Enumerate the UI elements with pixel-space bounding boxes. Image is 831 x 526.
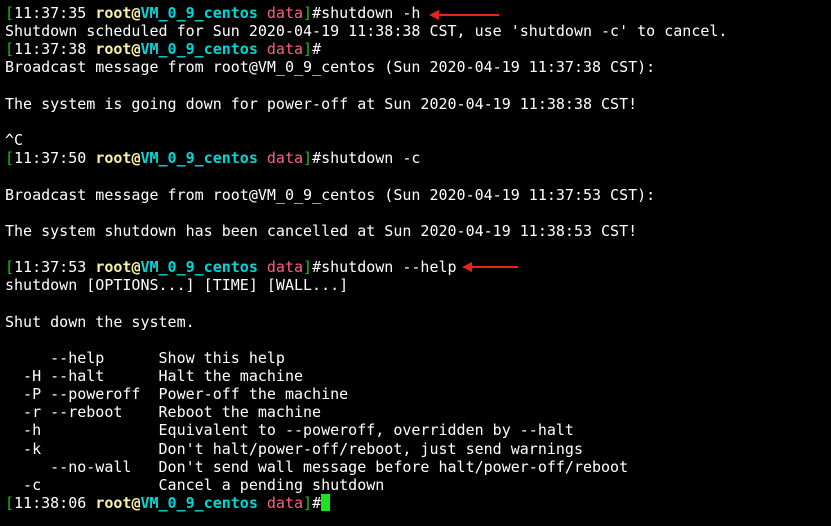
terminal-cursor[interactable]: [321, 494, 331, 512]
prompt-open-bracket: [: [5, 149, 15, 168]
prompt-close-bracket: ]: [303, 4, 313, 22]
prompt-dir: data: [266, 149, 304, 168]
output-line: shutdown [OPTIONS...] [TIME] [WALL...]: [5, 276, 348, 294]
prompt-host: VM_0_9_centos: [140, 258, 258, 277]
output-text: ^C: [5, 131, 24, 150]
output-line: -r --reboot Reboot the machine: [5, 403, 321, 421]
prompt-open-bracket: [: [5, 258, 15, 277]
output-text: Broadcast message from root@VM_0_9_cento…: [5, 58, 656, 77]
prompt-line: [11:37:38 root@VM_0_9_centos data]#: [5, 40, 321, 58]
output-line: -k Don't halt/power-off/reboot, just sen…: [5, 440, 583, 458]
output-text: -P --poweroff Power-off the machine: [5, 385, 349, 404]
output-text: Broadcast message from root@VM_0_9_cento…: [5, 185, 656, 204]
prompt-host: VM_0_9_centos: [140, 40, 258, 59]
prompt-time: 11:37:53: [14, 258, 87, 277]
prompt-time: 11:38:06: [14, 494, 87, 513]
prompt-host: VM_0_9_centos: [140, 4, 258, 22]
prompt-line: [11:37:35 root@VM_0_9_centos data]#shutd…: [5, 4, 420, 22]
prompt-open-bracket: [: [5, 40, 15, 59]
annotation-arrow-shutdown-h: [429, 10, 499, 20]
output-text: shutdown [OPTIONS...] [TIME] [WALL...]: [5, 276, 349, 295]
output-line: ^C: [5, 131, 23, 149]
prompt-dir: data: [266, 494, 304, 513]
output-line: -h Equivalent to --poweroff, overridden …: [5, 421, 574, 439]
output-line: --no-wall Don't send wall message before…: [5, 458, 628, 476]
prompt-dir: data: [266, 4, 304, 22]
prompt-user: root: [95, 494, 132, 513]
prompt-time: 11:37:38: [14, 40, 87, 59]
prompt-user: root: [95, 258, 132, 277]
terminal-window[interactable]: [11:37:35 root@VM_0_9_centos data]#shutd…: [0, 0, 831, 526]
prompt-close-bracket: ]: [303, 494, 313, 513]
output-text: -k Don't halt/power-off/reboot, just sen…: [5, 439, 583, 458]
output-line: -c Cancel a pending shutdown: [5, 476, 384, 494]
command-text[interactable]: shutdown --help: [321, 258, 456, 276]
output-line: -P --poweroff Power-off the machine: [5, 385, 348, 403]
prompt-hash: #: [312, 494, 322, 513]
prompt-close-bracket: ]: [303, 258, 313, 277]
output-text: -H --halt Halt the machine: [5, 367, 304, 385]
prompt-dir: data: [266, 40, 304, 59]
prompt-host: VM_0_9_centos: [140, 149, 258, 168]
output-text: The system shutdown has been cancelled a…: [5, 221, 638, 240]
prompt-user: root: [95, 40, 132, 59]
output-line: Shutdown scheduled for Sun 2020-04-19 11…: [5, 22, 727, 40]
prompt-hash: #: [312, 258, 322, 277]
output-line: Broadcast message from root@VM_0_9_cento…: [5, 58, 655, 76]
output-line: Shut down the system.: [5, 313, 195, 331]
prompt-user: root: [95, 149, 132, 168]
prompt-line: [11:37:53 root@VM_0_9_centos data]#shutd…: [5, 258, 457, 276]
output-line: Broadcast message from root@VM_0_9_cento…: [5, 186, 655, 204]
prompt-line: [11:37:50 root@VM_0_9_centos data]#shutd…: [5, 149, 420, 167]
prompt-time: 11:37:35: [14, 4, 87, 22]
output-text: -c Cancel a pending shutdown: [5, 475, 385, 494]
output-text: Shut down the system.: [5, 312, 195, 331]
command-text[interactable]: shutdown -c: [321, 149, 420, 167]
output-text: -r --reboot Reboot the machine: [5, 403, 322, 422]
prompt-open-bracket: [: [5, 494, 15, 513]
prompt-dir: data: [266, 258, 304, 277]
output-text: The system is going down for power-off a…: [5, 94, 638, 113]
prompt-hash: #: [312, 149, 322, 168]
prompt-hash: #: [312, 4, 322, 22]
prompt-user: root: [95, 4, 132, 22]
output-line: The system shutdown has been cancelled a…: [5, 222, 637, 240]
annotation-arrow-shutdown-help: [462, 262, 518, 272]
prompt-line: [11:38:06 root@VM_0_9_centos data]#: [5, 494, 331, 513]
output-text: -h Equivalent to --poweroff, overridden …: [5, 421, 574, 440]
prompt-hash: #: [312, 40, 322, 59]
output-line: The system is going down for power-off a…: [5, 95, 637, 113]
output-line: --help Show this help: [5, 349, 285, 367]
command-text[interactable]: shutdown -h: [321, 4, 420, 22]
prompt-close-bracket: ]: [303, 149, 313, 168]
output-line: -H --halt Halt the machine: [5, 367, 303, 385]
output-text: --help Show this help: [5, 348, 285, 367]
prompt-host: VM_0_9_centos: [140, 494, 258, 513]
output-text: --no-wall Don't send wall message before…: [5, 457, 629, 476]
prompt-close-bracket: ]: [303, 40, 313, 59]
prompt-time: 11:37:50: [14, 149, 87, 168]
output-text: Shutdown scheduled for Sun 2020-04-19 11…: [5, 22, 728, 41]
prompt-open-bracket: [: [5, 4, 15, 22]
